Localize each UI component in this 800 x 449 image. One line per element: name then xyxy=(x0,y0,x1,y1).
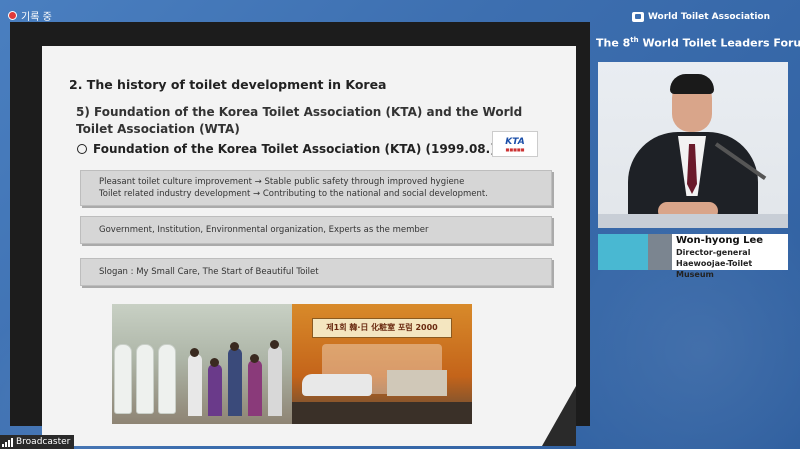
record-icon xyxy=(8,11,17,20)
banner-title: 제1회 韓·日 化粧室 포럼 2000 xyxy=(312,318,452,338)
brand-logo-area: World Toilet Association xyxy=(631,12,770,22)
broadcaster-badge: Broadcaster xyxy=(0,435,75,449)
presentation-frame: 2. The history of toilet development in … xyxy=(10,22,590,446)
signal-icon xyxy=(2,437,13,447)
slide-subheading: 5) Foundation of the Korea Toilet Associ… xyxy=(76,105,523,136)
info-box-members: Government, Institution, Environmental o… xyxy=(80,216,552,244)
speaker-name: Won-hyong Lee xyxy=(676,235,764,246)
broadcaster-label: Broadcaster xyxy=(16,437,71,447)
speaker-title-line2: Haewoojae-Toilet Museum xyxy=(676,259,753,279)
slide-corner-decoration xyxy=(542,386,576,446)
speaker-video xyxy=(598,62,788,228)
slide-section-title: Foundation of the Korea Toilet Associati… xyxy=(77,142,496,156)
presentation-slide: 2. The history of toilet development in … xyxy=(42,46,576,446)
brand-name: World Toilet Association xyxy=(647,12,770,22)
speaker-name-card: Won-hyong Lee Director-general Haewoojae… xyxy=(598,234,788,279)
info-box-slogan: Slogan : My Small Care, The Start of Bea… xyxy=(80,258,552,286)
forum-title: The 8th World Toilet Leaders Forum xyxy=(596,36,800,50)
slide-heading: 2. The history of toilet development in … xyxy=(69,77,387,92)
kta-logo: KTA ■■■■■ xyxy=(492,131,538,157)
wta-logo-icon xyxy=(631,12,644,22)
photo-toilet-cleaning xyxy=(112,304,292,424)
info-box-goals: Pleasant toilet culture improvement → St… xyxy=(80,170,552,206)
recording-indicator: 기록 중 xyxy=(8,8,52,23)
photo-forum-banner: 제1회 韓·日 化粧室 포럼 2000 xyxy=(292,304,472,424)
circle-bullet-icon xyxy=(77,144,87,154)
recording-label: 기록 중 xyxy=(21,12,52,23)
speaker-title-line1: Director-general xyxy=(676,248,751,257)
